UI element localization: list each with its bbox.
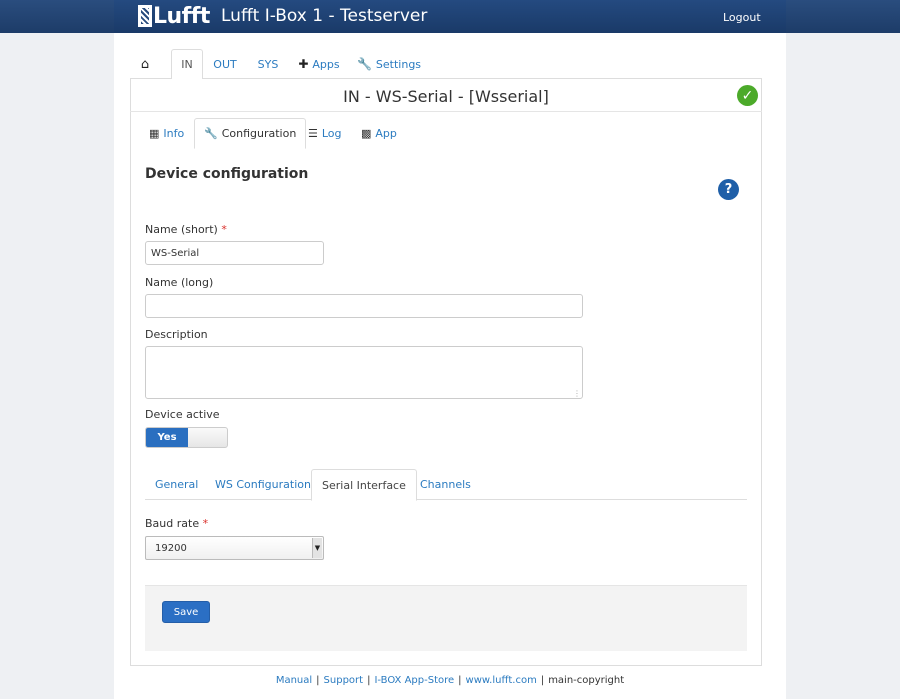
tab-label: WS Configuration — [215, 478, 311, 491]
select-value: 19200 — [155, 543, 187, 554]
name-long-input[interactable] — [145, 294, 583, 318]
logo-mark-icon — [138, 5, 152, 27]
nav-tab-label: OUT — [213, 57, 237, 71]
nav-tab-apps[interactable]: ✚ Apps — [294, 49, 344, 79]
apps-icon: ▩ — [361, 127, 372, 140]
wrench-icon: 🔧 — [356, 57, 372, 71]
tab-ws-configuration[interactable]: WS Configuration — [215, 469, 311, 500]
toggle-on-label: Yes — [146, 428, 188, 447]
nav-tab-label: IN — [181, 58, 193, 71]
baud-rate-label: Baud rate * — [145, 517, 208, 530]
header-bar — [114, 0, 786, 33]
subtab-label: Info — [163, 127, 185, 140]
subtab-app[interactable]: ▩ App — [357, 118, 401, 149]
home-icon: ⌂ — [140, 56, 150, 72]
tab-serial-interface[interactable]: Serial Interface — [311, 469, 417, 501]
nav-tab-label: SYS — [257, 57, 279, 71]
subtab-label: Log — [321, 127, 342, 140]
required-mark: * — [202, 517, 209, 530]
check-circle-icon: ✓ — [737, 85, 758, 106]
footer-link-website[interactable]: www.lufft.com — [466, 675, 537, 686]
nav-tab-out[interactable]: OUT — [208, 49, 242, 79]
device-active-label: Device active — [145, 408, 220, 421]
subtab-log[interactable]: ☰ Log — [304, 118, 346, 149]
tab-general[interactable]: General — [155, 469, 198, 500]
grid-icon: ▦ — [149, 127, 160, 140]
footer: Manual | Support | I-BOX App-Store | www.lufft… — [114, 675, 786, 686]
nav-home[interactable]: ⌂ — [130, 49, 160, 79]
tab-label: Channels — [420, 478, 471, 491]
nav-tab-label: Settings — [375, 57, 422, 71]
separator: | — [540, 675, 545, 686]
section-title: Device configuration — [145, 166, 309, 182]
tab-label: General — [155, 478, 199, 491]
label-text: Name (short) — [145, 223, 218, 236]
save-button[interactable]: Save — [162, 601, 210, 623]
separator: | — [458, 675, 462, 686]
footer-link-support[interactable]: Support — [324, 675, 364, 686]
logo-text: Lufft — [153, 3, 210, 29]
app-title: Lufft I-Box 1 - Testserver — [221, 6, 428, 26]
name-short-label: Name (short) * — [145, 223, 227, 236]
resize-grip-icon[interactable]: ⋮ — [573, 389, 581, 398]
required-mark: * — [221, 223, 227, 236]
footer-link-manual[interactable]: Manual — [276, 675, 312, 686]
panel-header: IN - WS-Serial - [Wsserial] ✓ — [130, 80, 762, 112]
list-icon: ☰ — [308, 127, 318, 140]
footer-copyright: main-copyright — [548, 675, 625, 686]
panel-title: IN - WS-Serial - [Wsserial] — [343, 87, 549, 106]
wrench-icon: 🔧 — [204, 127, 218, 140]
nav-tab-in[interactable]: IN — [171, 49, 203, 80]
tab-channels[interactable]: Channels — [420, 469, 471, 500]
config-tabs: General WS Configuration Serial Interfac… — [145, 469, 747, 501]
name-short-input[interactable] — [145, 241, 324, 265]
form-actions — [145, 585, 747, 651]
help-icon[interactable]: ? — [718, 179, 739, 200]
description-textarea[interactable] — [145, 346, 583, 399]
label-text: Baud rate — [145, 517, 200, 530]
lufft-logo[interactable]: Lufft — [138, 3, 210, 29]
footer-link-appstore[interactable]: I-BOX App-Store — [374, 675, 454, 686]
separator: | — [316, 675, 320, 686]
nav-tab-settings[interactable]: 🔧 Settings — [357, 49, 421, 79]
device-subtabs: ▦ Info 🔧 Configuration ☰ Log ▩ App — [145, 118, 745, 149]
logout-link[interactable]: Logout — [723, 11, 761, 24]
nav-tab-label: Apps — [312, 57, 340, 71]
device-active-toggle[interactable]: Yes — [145, 427, 228, 448]
subtab-info[interactable]: ▦ Info — [145, 118, 188, 149]
baud-rate-select[interactable]: 19200 ▼ — [145, 536, 324, 560]
subtab-configuration[interactable]: 🔧 Configuration — [194, 118, 307, 149]
chevron-down-icon: ▼ — [312, 538, 322, 558]
nav-tab-sys[interactable]: SYS — [250, 49, 286, 79]
subtab-label: App — [375, 127, 397, 140]
name-long-label: Name (long) — [145, 276, 214, 289]
description-label: Description — [145, 328, 208, 341]
subtab-label: Configuration — [221, 127, 297, 140]
separator: | — [367, 675, 371, 686]
main-nav: ⌂ IN OUT SYS ✚ Apps 🔧 Settings — [130, 49, 762, 80]
plus-icon: ✚ — [298, 57, 309, 71]
tab-label: Serial Interface — [322, 478, 406, 492]
